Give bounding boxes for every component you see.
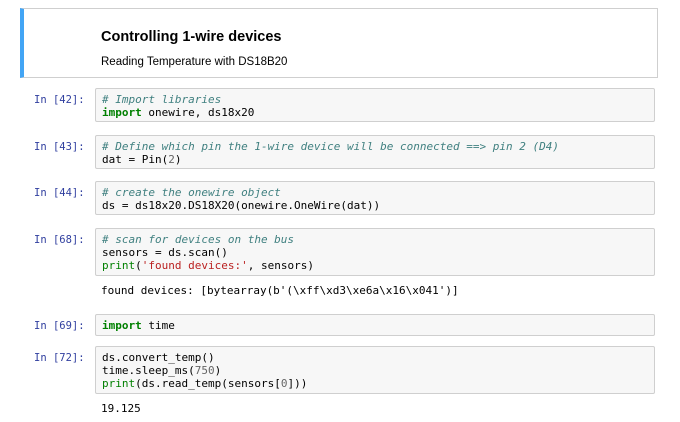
notebook-subheading: Reading Temperature with DS18B20: [101, 56, 288, 68]
code-input-area[interactable]: ds.convert_temp() time.sleep_ms(750) pri…: [95, 346, 655, 394]
code-text: import time: [102, 319, 175, 332]
scrollbar[interactable]: [671, 0, 680, 422]
cell-prompt: In [43]:: [34, 141, 85, 153]
code-input-area[interactable]: import time: [95, 314, 655, 336]
notebook: Controlling 1-wire devices Reading Tempe…: [0, 0, 680, 422]
cell-prompt: In [68]:: [34, 234, 85, 246]
cell-prompt: In [69]:: [34, 320, 85, 332]
code-text: # scan for devices on the bus sensors = …: [102, 233, 314, 272]
markdown-cell[interactable]: Controlling 1-wire devices Reading Tempe…: [20, 8, 658, 78]
code-input-area[interactable]: # Import libraries import onewire, ds18x…: [95, 88, 655, 122]
code-text: # create the onewire object ds = ds18x20…: [102, 186, 381, 212]
cell-output: found devices: [bytearray(b'(\xff\xd3\xe…: [101, 284, 459, 297]
cell-prompt: In [42]:: [34, 94, 85, 106]
code-input-area[interactable]: # Define which pin the 1-wire device wil…: [95, 135, 655, 169]
cell-output: 19.125: [101, 402, 141, 415]
code-text: # Define which pin the 1-wire device wil…: [102, 140, 559, 166]
cell-prompt: In [72]:: [34, 352, 85, 364]
code-text: # Import libraries import onewire, ds18x…: [102, 93, 255, 119]
cell-prompt: In [44]:: [34, 187, 85, 199]
code-text: ds.convert_temp() time.sleep_ms(750) pri…: [102, 351, 308, 390]
code-input-area[interactable]: # create the onewire object ds = ds18x20…: [95, 181, 655, 215]
notebook-heading: Controlling 1-wire devices: [101, 29, 282, 45]
code-input-area[interactable]: # scan for devices on the bus sensors = …: [95, 228, 655, 276]
